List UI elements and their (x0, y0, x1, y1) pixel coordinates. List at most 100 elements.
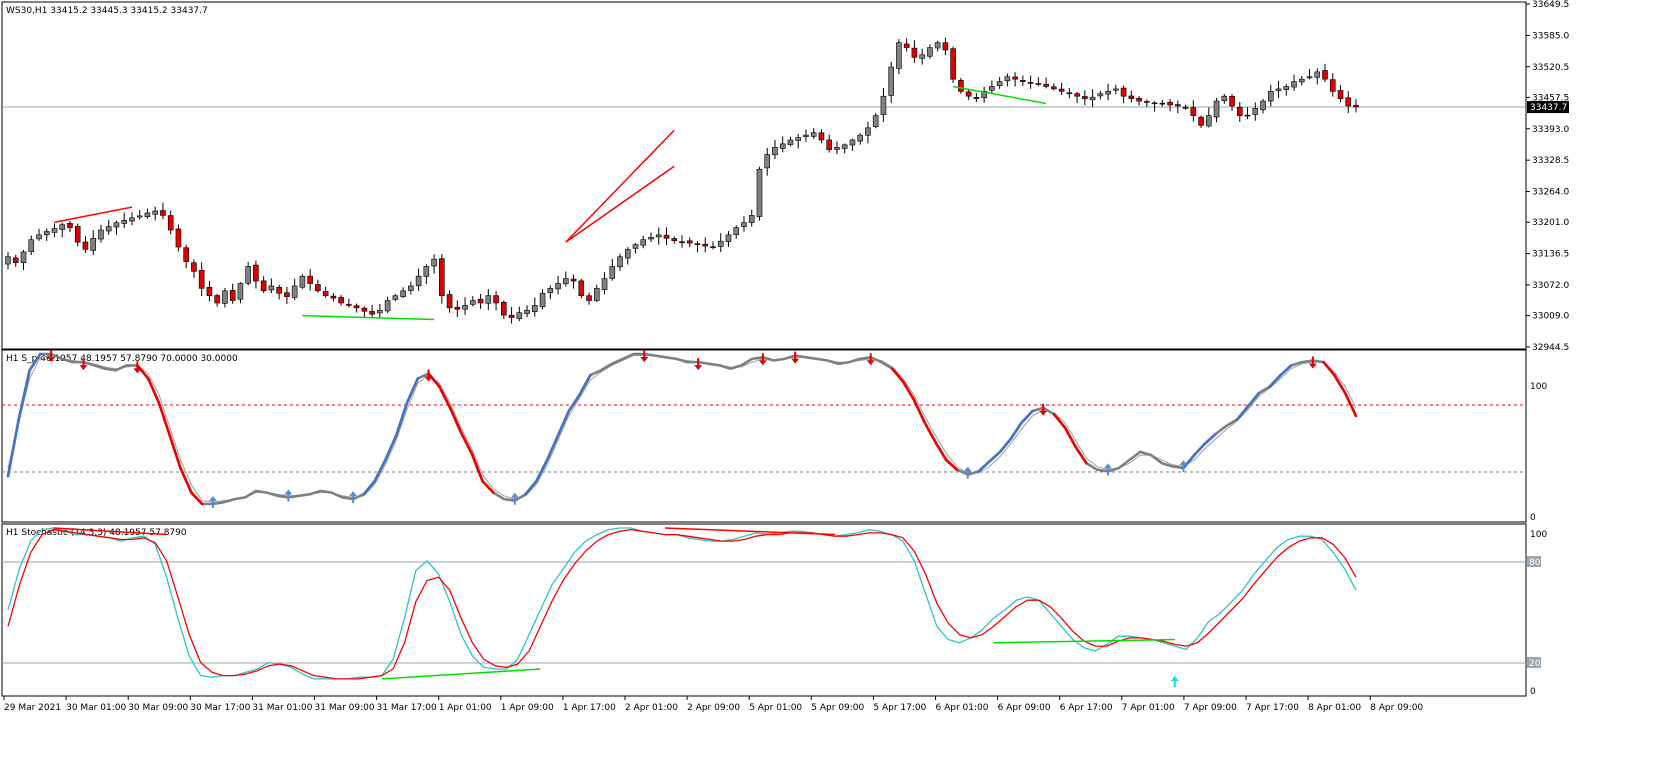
candle-bear (663, 234, 670, 239)
time-axis-label: 30 Mar 17:00 (190, 703, 250, 713)
candle-bull (485, 295, 492, 304)
price-axis: 33649.533585.033520.533457.533393.033328… (1526, 0, 1569, 353)
candle-bear (1322, 70, 1328, 80)
candle-bear (446, 294, 453, 309)
time-axis-label: 8 Apr 01:00 (1308, 703, 1361, 713)
candle-bear (1066, 92, 1073, 95)
candle-bear (477, 298, 484, 304)
candle-bear (322, 291, 329, 296)
stoch-level-80-tag: 80 (1527, 556, 1541, 568)
candle-bull (989, 86, 995, 91)
candle-bear (911, 47, 918, 58)
time-axis: 29 Mar 2021 30 Mar 01:00 30 Mar 09:00 30 Ma… (3, 696, 1423, 713)
candle-bear (284, 292, 290, 297)
s-axis-min: 0 (1530, 513, 1536, 523)
price-axis-label: 33072.0 (1532, 281, 1569, 291)
candle-bear (454, 306, 461, 310)
time-axis-label: 2 Apr 09:00 (687, 703, 740, 713)
candle-bear (1159, 102, 1166, 105)
candle-bear (1236, 107, 1243, 116)
stoch-level-20-tag: 20 (1527, 657, 1541, 669)
candle-bull (299, 275, 306, 288)
candle-bull (470, 300, 476, 305)
candle-bull (5, 256, 11, 265)
candle-bull (377, 309, 383, 314)
candle-bull (787, 139, 794, 145)
candle-bear (167, 215, 174, 231)
s-indicator-panel[interactable] (1, 349, 1527, 523)
time-axis-label: 2 Apr 01:00 (625, 703, 678, 713)
candle-bear (694, 243, 701, 245)
time-axis-label: 5 Apr 09:00 (811, 703, 864, 713)
candle-bear (903, 43, 910, 48)
candle-bear (1120, 87, 1127, 97)
candle-bear (973, 97, 980, 99)
candle-bull (144, 212, 151, 217)
candle-bear (1051, 86, 1057, 90)
time-axis-label: 1 Apr 17:00 (563, 703, 616, 713)
candle-bear (1353, 104, 1359, 108)
candle-bull (462, 305, 468, 310)
candle-bull (872, 115, 879, 128)
candle-bear (493, 295, 499, 304)
candle-bear (586, 295, 592, 301)
candle-bull (129, 217, 135, 222)
trading-chart[interactable]: 33649.533585.033520.533457.533393.033328… (0, 0, 1661, 761)
candle-bear (710, 246, 716, 248)
price-axis-label: 32944.5 (1532, 343, 1569, 353)
time-axis-label: 8 Apr 09:00 (1370, 703, 1423, 713)
candle-bear (1182, 106, 1189, 109)
candle-bull (1097, 93, 1104, 97)
candle-bull (423, 266, 430, 277)
time-axis-label: 5 Apr 17:00 (873, 703, 926, 713)
candle-bear (578, 280, 585, 296)
time-axis-label: 31 Mar 01:00 (252, 703, 312, 713)
candle-bear (439, 258, 445, 296)
candle-bull (632, 244, 639, 249)
price-axis-label: 33328.5 (1532, 156, 1569, 166)
candle-bear (206, 287, 213, 296)
stoch-axis-min: 0 (1530, 687, 1536, 697)
candle-bull (245, 266, 251, 284)
candle-bull (624, 249, 631, 259)
candle-bear (175, 228, 182, 248)
stoch-level-80-label: 80 (1529, 558, 1541, 568)
candle-bull (1105, 91, 1111, 95)
candle-bear (508, 314, 515, 318)
candle-bear (1167, 101, 1173, 106)
stochastic-panel[interactable] (1, 523, 1527, 697)
candle-bull (28, 239, 35, 252)
candle-bull (1306, 76, 1313, 79)
candle-bear (965, 91, 972, 97)
candle-bull (237, 283, 244, 300)
candle-bull (1221, 95, 1228, 102)
price-axis-label: 33136.5 (1532, 250, 1569, 260)
time-axis-label: 29 Mar 2021 (4, 703, 61, 713)
candle-bear (229, 289, 236, 301)
candle-bull (764, 154, 771, 169)
candle-bull (609, 266, 616, 279)
candle-bull (717, 240, 724, 247)
candle-bull (648, 236, 654, 240)
price-axis-label: 33264.0 (1532, 188, 1569, 198)
candle-bull (896, 42, 902, 69)
candle-bull (539, 292, 546, 308)
candle-bear (67, 222, 73, 228)
candle-bull (1314, 71, 1321, 78)
time-axis-label: 5 Apr 01:00 (749, 703, 802, 713)
time-axis-label: 1 Apr 01:00 (439, 703, 492, 713)
price-panel-header: WS30,H1 33415.2 33445.3 33415.2 33437.7 (6, 6, 208, 16)
candle-bull (593, 288, 600, 301)
candle-bear (686, 240, 693, 244)
candle-bear (1027, 82, 1034, 84)
candle-bear (1329, 79, 1336, 92)
candle-bull (601, 278, 608, 290)
price-axis-label: 33201.0 (1532, 218, 1569, 228)
candle-bull (934, 42, 941, 49)
candle-bull (919, 54, 925, 59)
candle-bull (725, 234, 732, 242)
candle-bull (733, 227, 740, 235)
candle-bull (98, 229, 104, 240)
candle-bull (113, 222, 120, 228)
candle-bull (772, 146, 778, 156)
